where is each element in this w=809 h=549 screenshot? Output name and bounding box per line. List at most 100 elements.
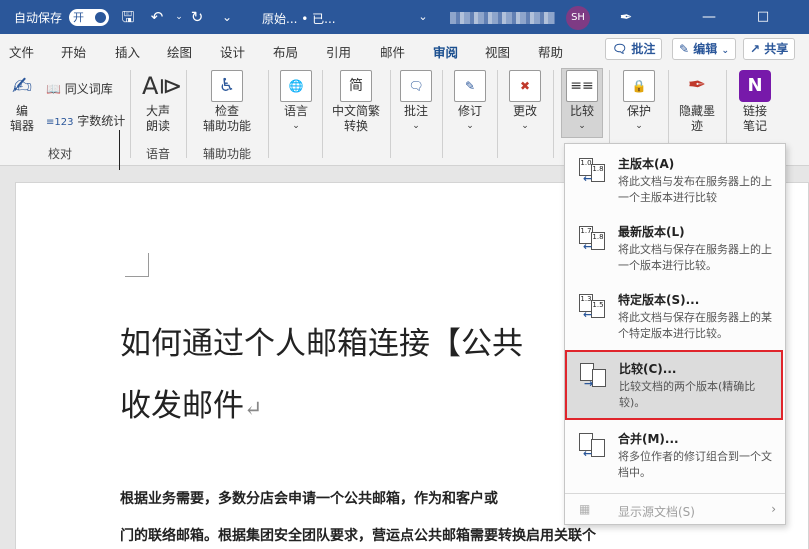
tracking-label: 修订 — [457, 104, 482, 118]
chevron-down-icon: ⌄ — [292, 121, 300, 131]
chinese-conversion-icon: 简 — [340, 70, 372, 102]
changes-button[interactable]: ✖ 更改 ⌄ — [505, 70, 545, 134]
menu-item-major-version[interactable]: 1.0 1.8 ← 主版本(A) 将此文档与发布在服务器上的上一个主版本进行比较 — [566, 147, 784, 213]
menu-item-desc: 将此文档与保存在服务器上的某个特定版本进行比较。 — [618, 311, 772, 340]
margin-corner-marker — [125, 253, 149, 277]
text-cursor — [119, 130, 120, 170]
document-heading-line2[interactable]: 收发邮件↵ — [120, 380, 262, 425]
thesaurus-label: 同义词库 — [64, 82, 113, 96]
menu-item-last-version[interactable]: 1.7 1.8 ← 最新版本(L) 将此文档与保存在服务器上的上一个版本进行比较。 — [566, 215, 784, 281]
comment-icon: 🗨 — [612, 42, 628, 56]
autosave-label: 自动保存 — [14, 11, 63, 25]
tab-insert[interactable]: 插入 — [115, 42, 140, 61]
menu-item-show-source: ▦ 显示源文档(S) › — [566, 499, 784, 523]
compare-specific-version-icon: 1.3 1.5 ← — [579, 294, 605, 321]
changes-label: 更改 — [512, 104, 537, 118]
title-dropdown-icon[interactable]: ⌄ — [414, 8, 432, 26]
document-title[interactable]: 原始... • 已... — [262, 10, 336, 27]
autosave-toggle[interactable]: 开 — [69, 9, 109, 26]
chevron-down-icon: ⌄ — [521, 121, 529, 131]
toggle-knob — [95, 12, 106, 23]
menu-item-desc: 比较文档的两个版本(精确比较)。 — [619, 380, 756, 409]
menu-divider — [565, 493, 785, 494]
read-aloud-button[interactable]: A⧐ 大声 朗读 — [138, 70, 182, 134]
share-icon: ↗ — [750, 42, 761, 56]
tab-references[interactable]: 引用 — [326, 42, 351, 61]
hide-ink-button[interactable]: ✒ 隐藏墨 迹 — [674, 70, 720, 134]
lock-icon: 🔒 — [623, 70, 655, 102]
divider — [322, 70, 323, 158]
blurred-username — [450, 12, 555, 24]
title-bar: 自动保存 开 🖫 ↶ ⌄ ↻ ⌄ 原始... • 已... ⌄ SH ✒ — □ — [0, 0, 809, 34]
menu-item-title: 比较(C)... — [619, 362, 677, 376]
check-accessibility-label: 检查 辅助功能 — [202, 104, 251, 133]
group-label-accessibility: 辅助功能 — [203, 147, 252, 161]
compare-label: 比较 — [569, 104, 594, 118]
customize-toolbar-icon[interactable]: ⌄ — [218, 8, 236, 26]
chevron-down-icon: ⌄ — [721, 46, 729, 56]
check-accessibility-button[interactable]: ♿ 检查 辅助功能 — [193, 70, 261, 134]
save-icon[interactable]: 🖫 — [119, 8, 137, 26]
editing-label: 编辑 — [693, 42, 718, 56]
chevron-down-icon: ⌄ — [412, 121, 420, 131]
tab-help[interactable]: 帮助 — [538, 42, 563, 61]
editor-button[interactable]: ✍ 编 辑器 — [4, 70, 40, 134]
compare-major-version-icon: 1.0 1.8 ← — [579, 158, 605, 185]
track-changes-icon: ✎ — [454, 70, 486, 102]
chinese-conversion-label: 中文简繁 转换 — [331, 104, 380, 133]
show-source-label: 显示源文档(S) — [618, 505, 695, 519]
language-button[interactable]: 🌐 语言 ⌄ — [275, 70, 317, 134]
menu-item-specific-version[interactable]: 1.3 1.5 ← 特定版本(S)... 将此文档与保存在服务器上的某个特定版本进行… — [566, 283, 784, 349]
thesaurus-button[interactable]: 📖 同义词库 — [46, 80, 113, 97]
linked-notes-button[interactable]: N 链接 笔记 — [734, 70, 776, 134]
menu-item-compare[interactable]: → 比较(C)... 比较文档的两个版本(精确比较)。 — [565, 350, 783, 420]
tab-draw[interactable]: 绘图 — [167, 42, 192, 61]
onenote-icon: N — [739, 70, 771, 102]
word-count-label: 字数统计 — [77, 114, 126, 128]
document-paragraph-line2[interactable]: 门的联络邮箱。根据集团安全团队要求，营运点公共邮箱需要转换启用关联个 — [120, 525, 596, 545]
avatar[interactable]: SH — [566, 6, 590, 30]
menu-item-title: 特定版本(S)... — [618, 293, 700, 307]
word-count-button[interactable]: ≡123 字数统计 — [46, 112, 125, 129]
new-comment-icon: 🗨 — [400, 70, 432, 102]
divider — [497, 70, 498, 158]
menu-item-combine[interactable]: ← 合并(M)... 将多位作者的修订组合到一个文档中。 — [566, 422, 784, 492]
divider — [553, 70, 554, 158]
tab-review[interactable]: 审阅 — [433, 42, 459, 67]
undo-icon[interactable]: ↶ — [148, 8, 166, 26]
language-label: 语言 — [283, 104, 308, 118]
menu-item-title: 合并(M)... — [618, 432, 679, 446]
autosave-state: 开 — [73, 11, 84, 24]
chevron-down-icon: ⌄ — [466, 121, 474, 131]
tab-home[interactable]: 开始 — [61, 42, 86, 61]
tab-view[interactable]: 视图 — [485, 42, 510, 61]
show-source-icon: ▦ — [579, 502, 591, 516]
protect-button[interactable]: 🔒 保护 ⌄ — [617, 70, 661, 134]
group-label-speech: 语音 — [146, 147, 171, 161]
document-paragraph-line1[interactable]: 根据业务需要，多数分店会申请一个公共邮箱，作为和客户或 — [120, 488, 498, 508]
chinese-conversion-button[interactable]: 简 中文简繁 转换 — [328, 70, 384, 134]
comments-button[interactable]: 🗨 批注 — [605, 38, 663, 60]
tab-design[interactable]: 设计 — [220, 42, 245, 61]
compare-button[interactable]: ≡≡ 比较 ⌄ — [562, 70, 602, 134]
share-label: 共享 — [764, 42, 789, 56]
redo-icon[interactable]: ↻ — [188, 8, 206, 26]
accessibility-icon: ♿ — [211, 70, 243, 102]
tab-layout[interactable]: 布局 — [273, 42, 298, 61]
editing-button[interactable]: ✎ 编辑 ⌄ — [672, 38, 736, 60]
divider — [390, 70, 391, 158]
minimize-icon[interactable]: — — [700, 8, 718, 26]
tracking-button[interactable]: ✎ 修订 ⌄ — [450, 70, 490, 134]
comments-group-button[interactable]: 🗨 批注 ⌄ — [396, 70, 436, 134]
share-button[interactable]: ↗ 共享 — [743, 38, 796, 60]
menu-item-title: 主版本(A) — [618, 157, 675, 171]
pen-icon[interactable]: ✒ — [617, 8, 635, 26]
undo-dropdown-icon[interactable]: ⌄ — [170, 8, 188, 26]
hide-ink-icon: ✒ — [687, 73, 707, 98]
compare-last-version-icon: 1.7 1.8 ← — [579, 226, 605, 253]
chevron-down-icon: ⌄ — [635, 121, 643, 131]
tab-mailings[interactable]: 邮件 — [380, 42, 405, 61]
document-heading-line1[interactable]: 如何通过个人邮箱连接【公共 — [120, 318, 523, 363]
maximize-icon[interactable]: □ — [754, 8, 772, 26]
tab-file[interactable]: 文件 — [9, 42, 34, 61]
